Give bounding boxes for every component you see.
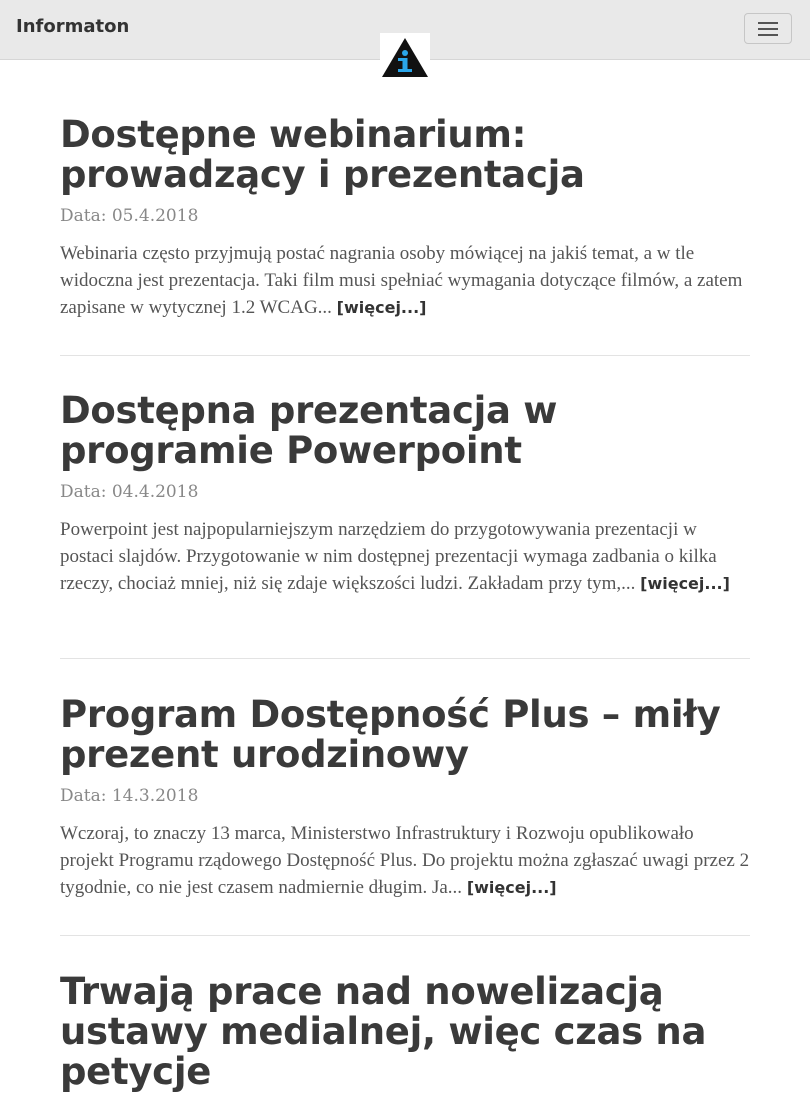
post-divider [60,355,750,356]
post-excerpt: Powerpoint jest najpopularniejszym narzę… [60,516,750,597]
post-title-link[interactable]: Dostępne webinarium: prowadzący i prezen… [60,113,585,196]
post-item: Dostępna prezentacja w programie Powerpo… [60,391,750,616]
read-more-link[interactable]: [więcej...] [640,574,730,593]
post-title: Trwają prace nad nowelizacją ustawy medi… [60,972,750,1092]
post-title-link[interactable]: Dostępna prezentacja w programie Powerpo… [60,389,557,472]
menu-toggle-button[interactable] [744,13,792,44]
post-excerpt: Wczoraj, to znaczy 13 marca, Ministerstw… [60,820,750,901]
post-divider [60,935,750,936]
post-excerpt-text: Powerpoint jest najpopularniejszym narzę… [60,519,717,594]
read-more-link[interactable]: [więcej...] [337,298,427,317]
post-date: Data: 04.4.2018 [60,482,199,502]
post-title-link[interactable]: Trwają prace nad nowelizacją ustawy medi… [60,970,706,1093]
post-date: Data: 14.3.2018 [60,786,199,806]
post-excerpt-text: Wczoraj, to znaczy 13 marca, Ministerstw… [60,823,750,898]
post-item: Dostępne webinarium: prowadzący i prezen… [60,115,750,340]
post-divider [60,658,750,659]
post-title: Program Dostępność Plus – miły prezent u… [60,695,750,775]
site-brand-link[interactable]: Informaton [16,16,129,37]
post-excerpt: Webinaria często przyjmują postać nagran… [60,240,750,321]
post-title-link[interactable]: Program Dostępność Plus – miły prezent u… [60,693,721,776]
information-triangle-icon[interactable] [380,33,430,79]
post-date: Data: 05.4.2018 [60,206,199,226]
post-title: Dostępne webinarium: prowadzący i prezen… [60,115,750,195]
read-more-link[interactable]: [więcej...] [467,878,557,897]
post-item: Program Dostępność Plus – miły prezent u… [60,695,750,920]
post-title: Dostępna prezentacja w programie Powerpo… [60,391,750,471]
post-item: Trwają prace nad nowelizacją ustawy medi… [60,972,750,1092]
